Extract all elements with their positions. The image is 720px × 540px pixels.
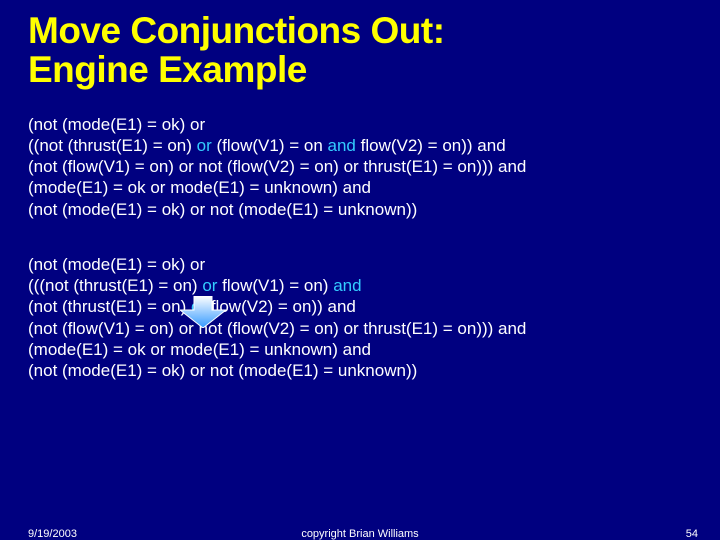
keyword-or: or <box>202 276 217 295</box>
title-line-1: Move Conjunctions Out: <box>28 10 445 51</box>
expr-line: (mode(E1) = ok or mode(E1) = unknown) an… <box>28 177 692 198</box>
expr-line: (((not (thrust(E1) = on) or flow(V1) = o… <box>28 275 692 296</box>
title-line-2: Engine Example <box>28 49 307 90</box>
keyword-and: and <box>328 136 356 155</box>
expr-line: (not (flow(V1) = on) or not (flow(V2) = … <box>28 318 692 339</box>
expr-line: (not (thrust(E1) = on) or flow(V2) = on)… <box>28 296 692 317</box>
expr-line: (not (mode(E1) = ok) or not (mode(E1) = … <box>28 360 692 381</box>
content-block-2: (not (mode(E1) = ok) or (((not (thrust(E… <box>0 220 720 382</box>
expr-line: (not (flow(V1) = on) or not (flow(V2) = … <box>28 156 692 177</box>
expr-line: (mode(E1) = ok or mode(E1) = unknown) an… <box>28 339 692 360</box>
expr-line: ((not (thrust(E1) = on) or (flow(V1) = o… <box>28 135 692 156</box>
content-block-1: (not (mode(E1) = ok) or ((not (thrust(E1… <box>0 90 720 220</box>
expr-line: (not (mode(E1) = ok) or <box>28 254 692 275</box>
keyword-and: and <box>333 276 361 295</box>
expr-line: (not (mode(E1) = ok) or <box>28 114 692 135</box>
footer-page-number: 54 <box>686 528 698 540</box>
expr-line: (not (mode(E1) = ok) or not (mode(E1) = … <box>28 199 692 220</box>
footer-copyright: copyright Brian Williams <box>0 528 720 540</box>
slide: Move Conjunctions Out: Engine Example (n… <box>0 0 720 540</box>
keyword-or: or <box>197 136 212 155</box>
down-arrow-icon <box>180 296 226 333</box>
slide-title: Move Conjunctions Out: Engine Example <box>0 0 720 90</box>
